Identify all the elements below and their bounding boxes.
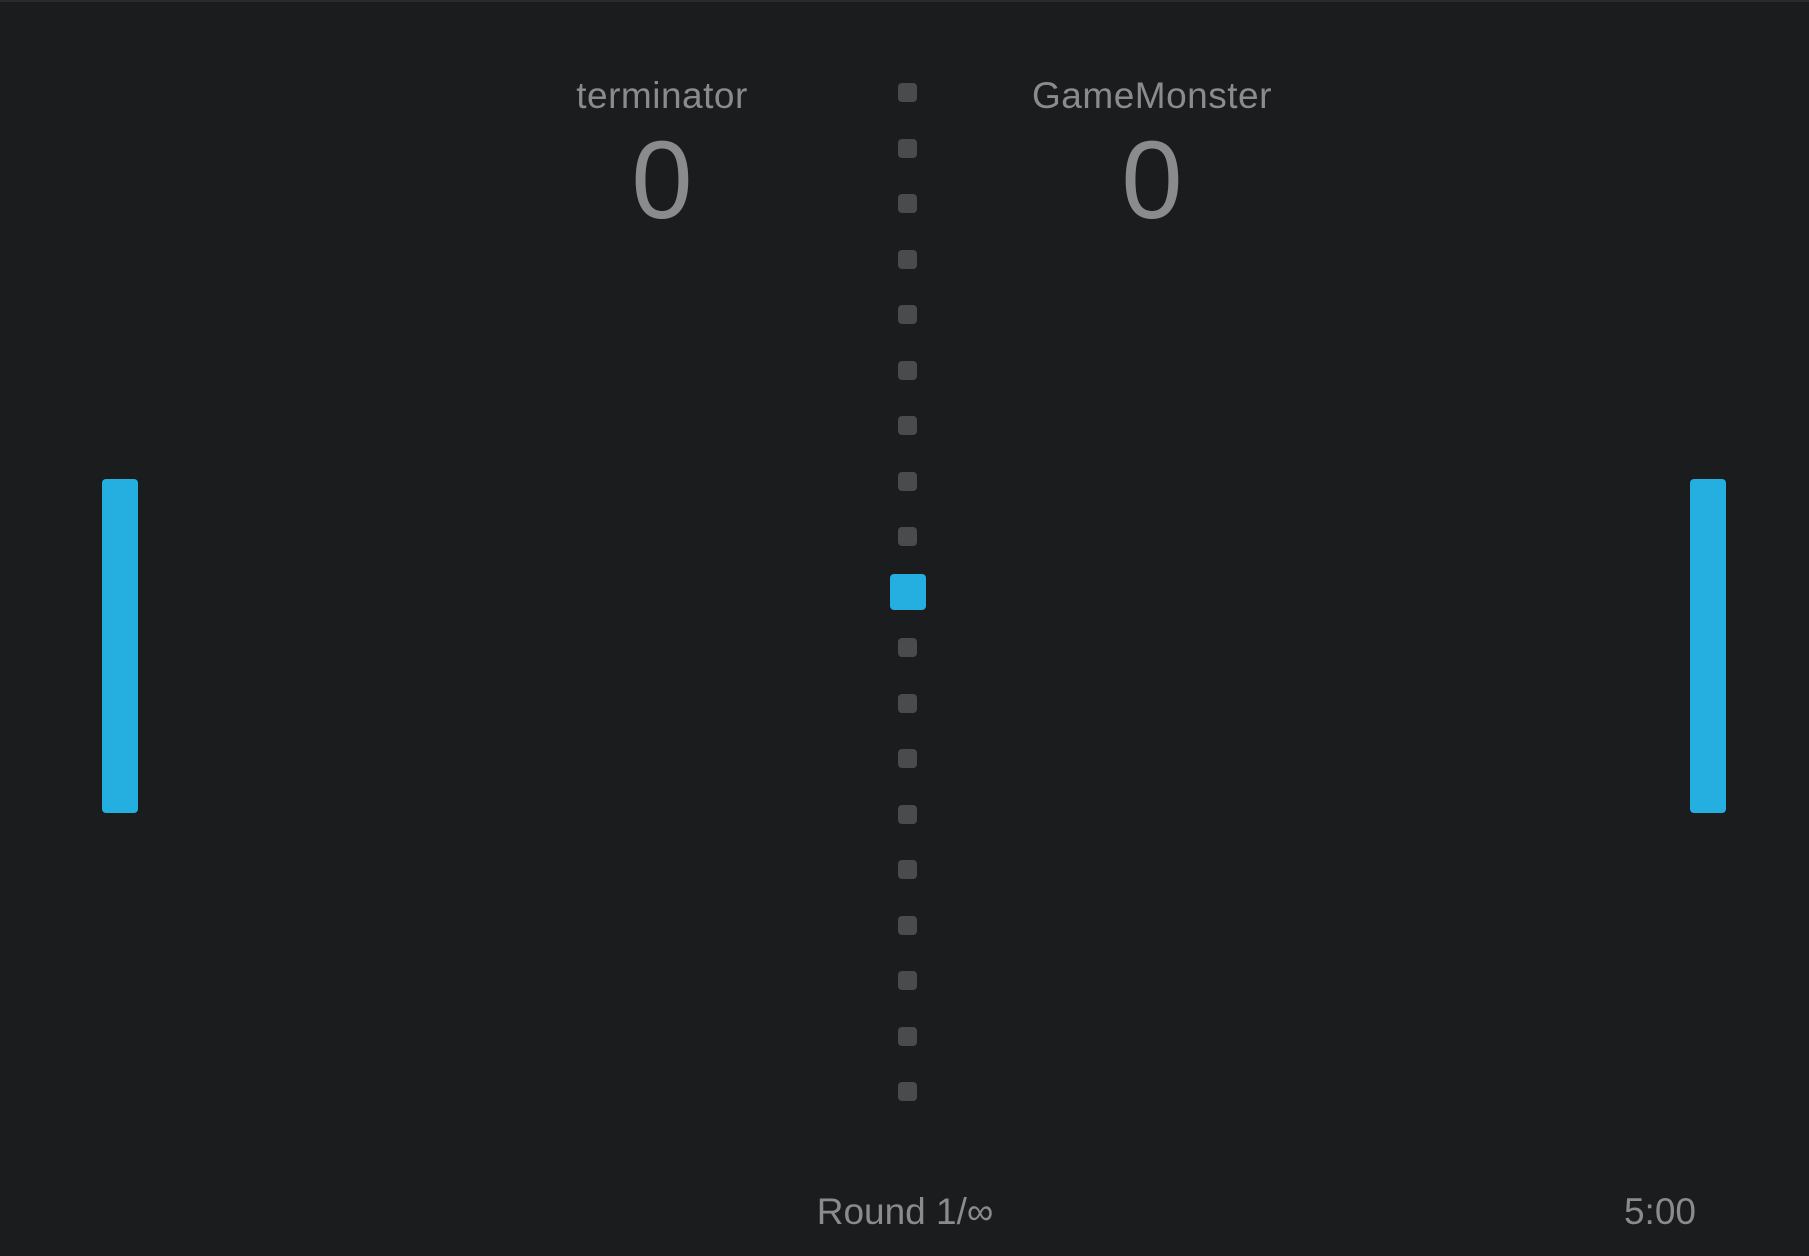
round-indicator: Round 1/∞: [816, 1191, 994, 1232]
right-paddle: [1690, 479, 1726, 813]
net-dash: [898, 694, 917, 713]
net-dash: [898, 638, 917, 657]
match-timer: 5:00: [1623, 1191, 1696, 1232]
net-dash: [898, 527, 917, 546]
net-dash: [898, 250, 917, 269]
net-dash: [898, 860, 917, 879]
net-dash: [898, 194, 917, 213]
net-dash: [898, 1082, 917, 1101]
net-dash: [898, 361, 917, 380]
center-net: [0, 0, 1809, 1256]
net-dash: [898, 83, 917, 102]
net-dash: [898, 805, 917, 824]
net-dash: [898, 139, 917, 158]
ball: [890, 574, 926, 610]
net-dash: [898, 749, 917, 768]
net-dash: [898, 971, 917, 990]
net-dash: [898, 305, 917, 324]
left-paddle: [102, 479, 138, 813]
net-dash: [898, 1027, 917, 1046]
net-dash: [898, 472, 917, 491]
net-dash: [898, 916, 917, 935]
net-dash: [898, 416, 917, 435]
